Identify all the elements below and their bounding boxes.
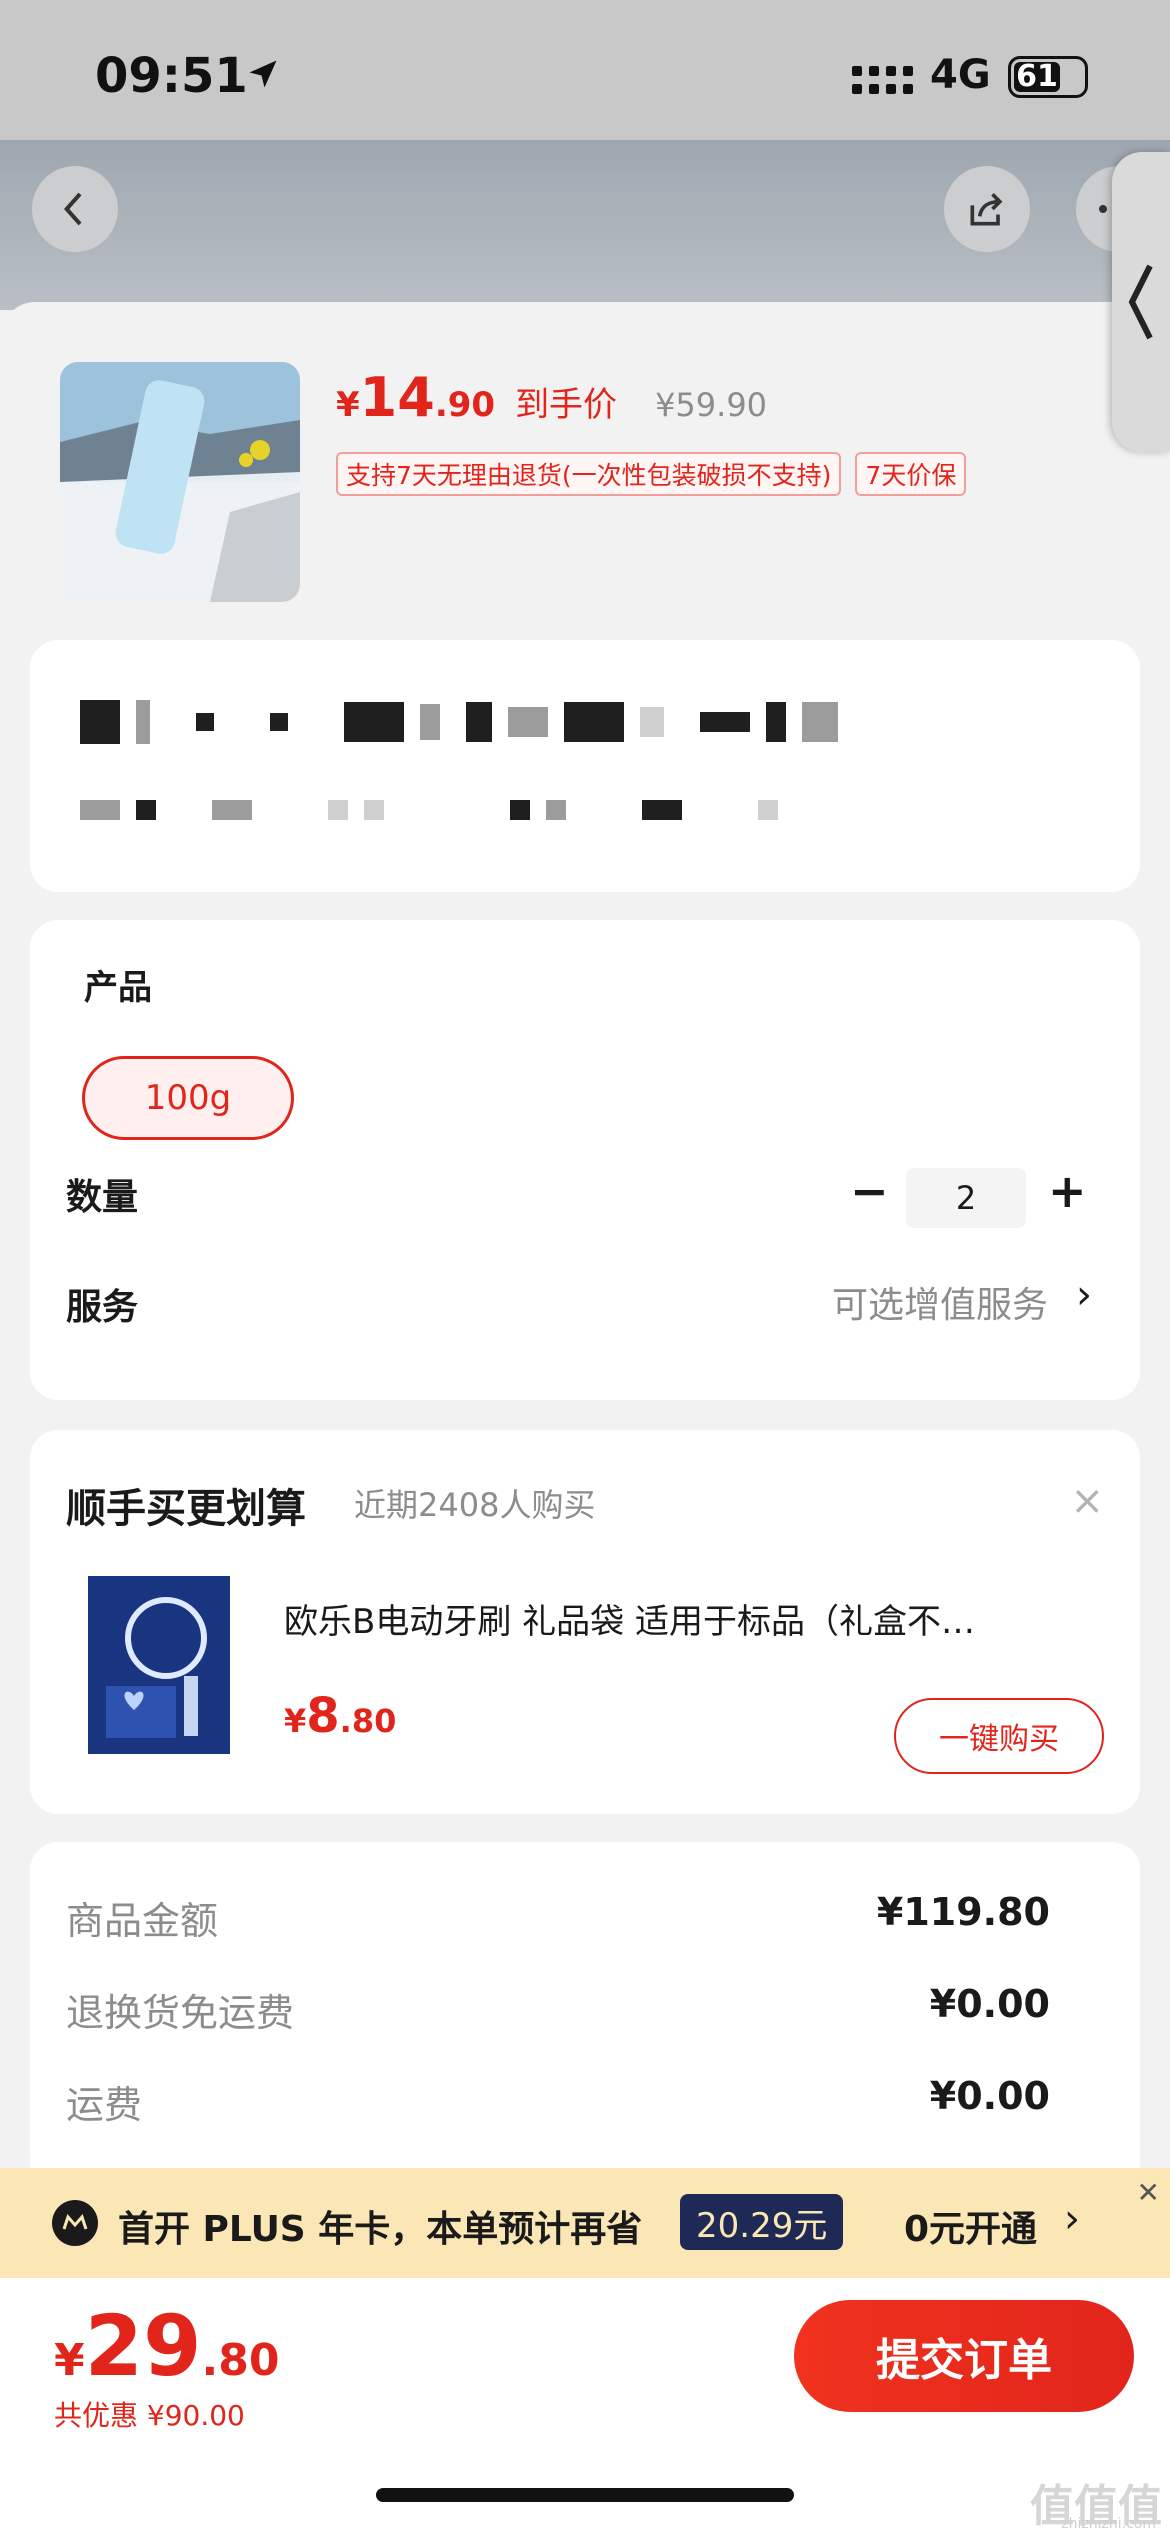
summary-value: ¥0.00 [929, 2074, 1050, 2118]
address-card[interactable] [30, 640, 1140, 892]
price-integer: 29 [84, 2297, 202, 2395]
status-time: 09:51 [95, 48, 248, 104]
plus-save-badge: 20.29元 [680, 2194, 844, 2250]
price-decimal: .80 [339, 1702, 397, 1740]
product-price: ¥ 14 .90 到手价 ¥59.90 [336, 366, 767, 429]
service-label: 服务 [66, 1287, 139, 1328]
recommend-item-price: ¥ 8 .80 [284, 1688, 396, 1744]
submit-order-button[interactable]: 提交订单 [794, 2300, 1134, 2412]
recommend-item-image[interactable] [88, 1576, 230, 1754]
product-header: ¥ 14 .90 到手价 ¥59.90 支持7天无理由退货(一次性包装破损不支持… [0, 302, 1170, 622]
chevron-left-icon [1128, 264, 1153, 340]
share-icon [970, 193, 1003, 226]
plus-promo-text: 首开 PLUS 年卡，本单预计再省 [118, 2209, 643, 2250]
address-redacted-line [80, 700, 838, 744]
quantity-plus-button[interactable]: + [1048, 1164, 1087, 1218]
price-integer: 8 [306, 1688, 340, 1744]
chevron-left-icon [63, 192, 82, 226]
recommend-subtitle: 近期2408人购买 [354, 1486, 596, 1524]
summary-row: 运费 ¥0.00 [66, 2074, 1050, 2129]
price-decimal: .80 [201, 2335, 280, 2386]
summary-label: 商品金额 [66, 1899, 219, 1943]
chevron-right-icon[interactable]: › [1064, 2196, 1080, 2242]
recommend-card: 顺手买更划算 近期2408人购买 × 欧乐B电动牙刷 礼品袋 适用于标品（礼盒不… [30, 1430, 1140, 1814]
spec-card: 产品 100g 数量 − 2 + 服务 可选增值服务 › [30, 920, 1140, 1400]
plus-logo-icon [52, 2200, 98, 2246]
signal-icon [852, 66, 913, 94]
side-drawer-handle[interactable] [1112, 152, 1170, 452]
address-redacted-line [80, 800, 778, 820]
battery-icon: 61 [1008, 56, 1088, 98]
chevron-right-icon[interactable]: › [1076, 1272, 1092, 1318]
close-icon[interactable]: ✕ [1137, 2176, 1160, 2209]
plus-open-link[interactable]: 0元开通 [904, 2200, 1037, 2252]
plus-membership-banner[interactable]: 首开 PLUS 年卡，本单预计再省 20.29元 0元开通 › ✕ [0, 2168, 1170, 2278]
quantity-minus-button[interactable]: − [850, 1164, 889, 1218]
watermark-domain: zhizhizhi.com [1061, 2516, 1156, 2532]
one-click-buy-button[interactable]: 一键购买 [894, 1698, 1104, 1774]
summary-label: 运费 [66, 2083, 143, 2127]
back-button[interactable] [32, 166, 118, 252]
service-tags: 支持7天无理由退货(一次性包装破损不支持) 7天价保 [336, 452, 967, 496]
summary-row: 退换货免运费 ¥0.00 [66, 1982, 1050, 2037]
recommend-title: 顺手买更划算 [66, 1486, 306, 1532]
service-value[interactable]: 可选增值服务 [832, 1276, 1048, 1328]
total-discount: 共优惠 ¥90.00 [54, 2399, 245, 2432]
close-icon[interactable]: × [1070, 1478, 1104, 1524]
price-integer: 14 [359, 366, 435, 429]
battery-level: 61 [1014, 62, 1060, 92]
status-bar: 09:51 4G 61 [0, 0, 1170, 140]
price-label: 到手价 [515, 385, 618, 425]
price-protect-tag: 7天价保 [855, 452, 967, 496]
product-spec-label: 产品 [84, 968, 152, 1008]
price-currency: ¥ [284, 1702, 307, 1740]
summary-row: 商品金额 ¥119.80 [66, 1890, 1050, 1945]
summary-value: ¥119.80 [876, 1890, 1050, 1934]
price-decimal: .90 [434, 385, 496, 425]
price-currency: ¥ [54, 2335, 85, 2386]
return-policy-tag: 支持7天无理由退货(一次性包装破损不支持) [336, 452, 842, 496]
price-currency: ¥ [336, 385, 360, 425]
share-button[interactable] [944, 166, 1030, 252]
home-indicator [376, 2488, 794, 2502]
total-price: ¥ 29 .80 [54, 2304, 279, 2388]
spec-option-chip[interactable]: 100g [82, 1056, 294, 1140]
summary-label: 退换货免运费 [66, 1991, 295, 2035]
quantity-label: 数量 [66, 1177, 139, 1218]
network-type: 4G [930, 52, 991, 98]
summary-value: ¥0.00 [929, 1982, 1050, 2026]
quantity-input[interactable]: 2 [906, 1168, 1026, 1228]
location-arrow-icon [249, 60, 277, 88]
recommend-item-name[interactable]: 欧乐B电动牙刷 礼品袋 适用于标品（礼盒不… [284, 1594, 1104, 1643]
original-price: ¥59.90 [655, 386, 768, 424]
product-image [60, 362, 300, 602]
